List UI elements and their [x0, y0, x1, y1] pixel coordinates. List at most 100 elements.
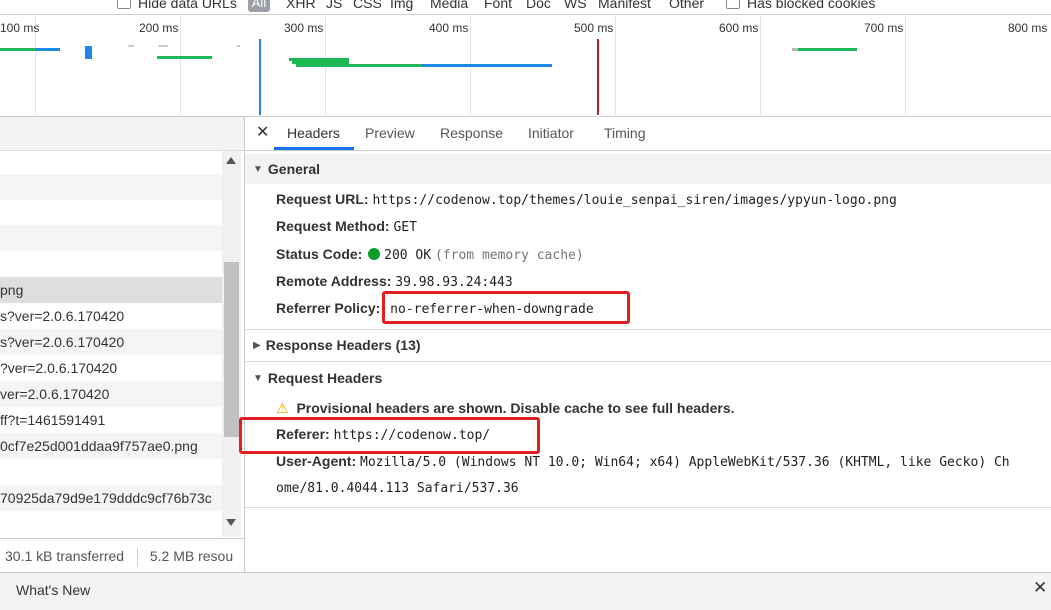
tab-timing[interactable]: Timing [604, 117, 646, 150]
waterfall-bar [237, 45, 240, 47]
status-code-value: 200 OK [384, 248, 432, 263]
request-method-row: Request Method: GET [276, 216, 417, 238]
timeline-tick-label: 400 ms [429, 21, 469, 35]
request-row[interactable]: 70925da79d9e179dddc9cf76b73c [0, 485, 222, 511]
close-drawer-icon[interactable]: ✕ [1033, 578, 1047, 598]
request-method-value: GET [393, 220, 417, 235]
referrer-policy-label: Referrer Policy: [276, 300, 381, 316]
request-url-label: Request URL: [276, 191, 369, 207]
filter-ws[interactable]: WS [564, 0, 587, 11]
filter-doc[interactable]: Doc [526, 0, 551, 11]
timeline-tick-label: 500 ms [574, 21, 614, 35]
response-headers-title: Response Headers (13) [265, 337, 421, 353]
tab-response[interactable]: Response [440, 117, 503, 150]
waterfall-bar [792, 48, 857, 51]
console-drawer: What's New ✕ [0, 572, 1051, 610]
request-row[interactable]: ff?t=1461591491 [0, 407, 222, 433]
timeline-tick-label: 200 ms [139, 21, 179, 35]
network-summary-bar: 30.1 kB transferred 5.2 MB resou [0, 538, 244, 573]
request-row[interactable]: 0cf7e25d001ddaa9f757ae0.png [0, 433, 222, 459]
request-row[interactable] [0, 459, 222, 485]
waterfall-bar [296, 64, 422, 67]
timeline-tick-label: 100 ms [0, 21, 40, 35]
user-agent-value-line2: ome/81.0.4044.113 Safari/537.36 [276, 481, 519, 496]
request-list-header [0, 117, 244, 151]
tab-initiator[interactable]: Initiator [528, 117, 574, 150]
section-divider [245, 361, 1051, 362]
scroll-up-icon[interactable] [226, 157, 236, 164]
user-agent-value-line1: Mozilla/5.0 (Windows NT 10.0; Win64; x64… [360, 455, 1010, 470]
filter-img[interactable]: Img [390, 0, 413, 11]
request-url-row: Request URL: https://codenow.top/themes/… [276, 189, 897, 211]
has-blocked-cookies-checkbox[interactable] [726, 0, 740, 9]
scrollbar-thumb[interactable] [224, 262, 239, 437]
timeline-gridline [180, 15, 181, 115]
warning-icon: ⚠ [276, 400, 289, 416]
user-agent-row: User-Agent: Mozilla/5.0 (Windows NT 10.0… [276, 451, 1051, 473]
detail-tabs-bar: ✕ Headers Preview Response Initiator Tim… [245, 117, 1051, 151]
waterfall-bar [422, 64, 552, 67]
timeline-tick-label: 700 ms [864, 21, 904, 35]
timeline-overview[interactable]: 100 ms 200 ms 300 ms 400 ms 500 ms 600 m… [0, 15, 1051, 117]
tab-headers[interactable]: Headers [287, 117, 340, 150]
waterfall-bar [158, 45, 168, 47]
request-list-pane: png s?ver=2.0.6.170420 s?ver=2.0.6.17042… [0, 117, 245, 573]
provisional-warning-row: ⚠ Provisional headers are shown. Disable… [276, 398, 735, 418]
active-tab-indicator [274, 147, 354, 150]
timeline-tick-label: 300 ms [284, 21, 324, 35]
section-divider [245, 329, 1051, 330]
request-row[interactable] [0, 251, 222, 277]
section-divider [245, 507, 1051, 508]
waterfall-bar [36, 48, 60, 51]
request-row[interactable] [0, 225, 222, 251]
scroll-down-icon[interactable] [226, 519, 236, 526]
waterfall-bar [128, 45, 134, 47]
request-row[interactable] [0, 174, 222, 200]
has-blocked-cookies-label: Has blocked cookies [747, 0, 876, 11]
filter-media[interactable]: Media [430, 0, 468, 11]
request-row[interactable]: s?ver=2.0.6.170420 [0, 329, 222, 355]
filter-js[interactable]: JS [326, 0, 342, 11]
waterfall-bar [157, 56, 212, 59]
user-agent-continuation: ome/81.0.4044.113 Safari/537.36 [276, 477, 519, 499]
filter-css[interactable]: CSS [353, 0, 382, 11]
request-row[interactable]: ver=2.0.6.170420 [0, 381, 222, 407]
timeline-gridline [615, 15, 616, 115]
timeline-tick-label: 600 ms [719, 21, 759, 35]
timeline-gridline [760, 15, 761, 115]
request-headers-section-header[interactable]: ▼ Request Headers [245, 366, 382, 390]
tab-preview[interactable]: Preview [365, 117, 415, 150]
request-row[interactable]: s?ver=2.0.6.170420 [0, 303, 222, 329]
dom-content-loaded-line [259, 39, 261, 115]
remote-address-row: Remote Address: 39.98.93.24:443 [276, 271, 513, 293]
remote-address-label: Remote Address: [276, 273, 392, 289]
filter-bar: Hide data URLs All XHR JS CSS Img Media … [0, 0, 1051, 15]
response-headers-section-header[interactable]: ▶ Response Headers (13) [245, 333, 421, 357]
timeline-tick-label: 800 ms [1008, 21, 1048, 35]
hide-data-urls-checkbox[interactable] [117, 0, 131, 9]
filter-other[interactable]: Other [669, 0, 704, 11]
filter-manifest[interactable]: Manifest [598, 0, 651, 11]
waterfall-bar [85, 46, 92, 59]
general-title: General [267, 161, 321, 177]
filter-font[interactable]: Font [484, 0, 512, 11]
user-agent-label: User-Agent: [276, 453, 357, 469]
resources-size: 5.2 MB resou [149, 548, 234, 564]
request-row-selected[interactable]: png [0, 277, 222, 303]
summary-divider [136, 548, 138, 567]
general-section-header[interactable]: ▼ General [245, 154, 1051, 184]
provisional-warning-text: Provisional headers are shown. Disable c… [296, 400, 735, 416]
status-code-label: Status Code: [276, 246, 363, 262]
hide-data-urls-label: Hide data URLs [138, 0, 237, 11]
whats-new-tab[interactable]: What's New [16, 582, 90, 598]
close-icon[interactable]: ✕ [256, 117, 269, 148]
request-row[interactable] [0, 200, 222, 226]
waterfall-bar [792, 48, 798, 51]
request-url-value: https://codenow.top/themes/louie_senpai_… [372, 193, 897, 208]
filter-xhr[interactable]: XHR [286, 0, 316, 11]
request-method-label: Request Method: [276, 218, 390, 234]
request-row[interactable]: ?ver=2.0.6.170420 [0, 355, 222, 381]
collapse-triangle-icon: ▼ [253, 164, 263, 176]
status-code-row: Status Code: 200 OK (from memory cache) [276, 244, 584, 266]
filter-all-button[interactable]: All [248, 0, 270, 12]
